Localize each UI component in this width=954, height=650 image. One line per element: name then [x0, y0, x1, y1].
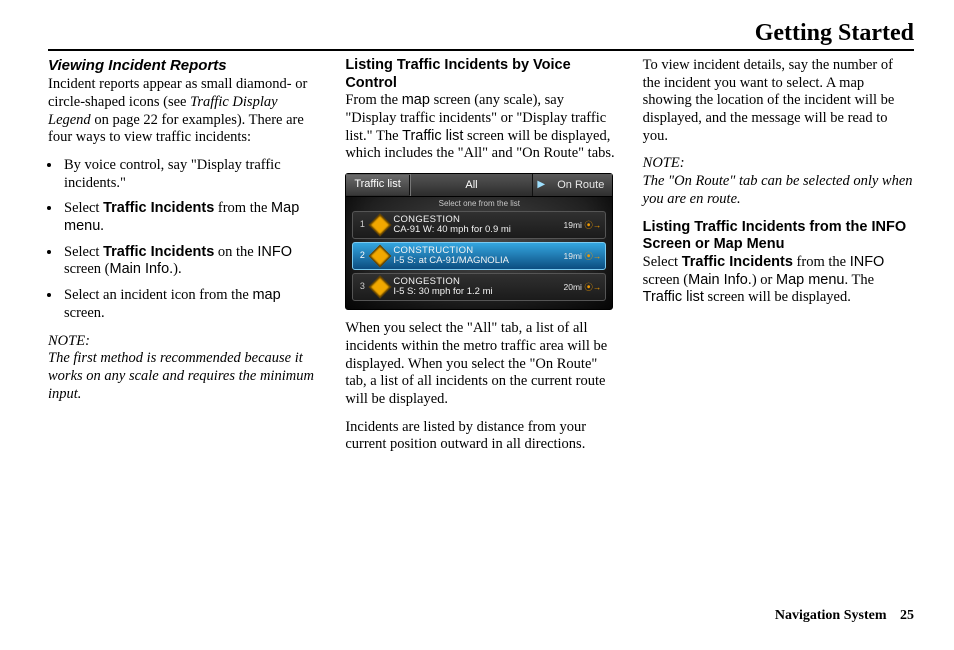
bold-term: Traffic Incidents [103, 200, 214, 216]
direction-icon: ⦿→ [584, 251, 601, 261]
voice-control-paragraph: From the map screen (any scale), say "Di… [345, 92, 616, 163]
row-number: 1 [357, 219, 367, 230]
column-1: Viewing Incident Reports Incident report… [48, 57, 319, 464]
text: from the [214, 200, 271, 216]
info-screen-paragraph: Select Traffic Incidents from the INFO s… [643, 254, 914, 307]
row-detail: CA-91 W: 40 mph for 0.9 mi [393, 225, 560, 235]
page: Getting Started Viewing Incident Reports… [0, 0, 954, 650]
bold-heading: Listing Traffic Incidents by Voice Contr… [345, 57, 570, 91]
note-label: NOTE: [643, 155, 914, 173]
text: Select [643, 254, 682, 270]
direction-icon: ⦿→ [584, 220, 601, 230]
text: on the [214, 244, 257, 260]
list-item-selected[interactable]: 2 CONSTRUCTION I-5 S: at CA-91/MAGNOLIA … [352, 242, 606, 270]
header-rule [48, 49, 914, 51]
text: from the [793, 254, 850, 270]
text: screen will be displayed. [704, 289, 851, 305]
text: Select [64, 244, 103, 260]
text: screen ( [64, 261, 109, 277]
row-detail: I-5 S: 30 mph for 1.2 mi [393, 287, 560, 297]
row-distance: 19mi ⦿→ [564, 220, 602, 230]
note-body: The first method is recommended because … [48, 350, 319, 403]
row-distance: 19mi ⦿→ [564, 251, 602, 261]
row-number: 3 [357, 281, 367, 292]
text: ). [173, 261, 181, 277]
page-title: Getting Started [755, 20, 914, 46]
diamond-icon [369, 245, 392, 268]
text: . [100, 218, 104, 234]
traffic-list-screenshot: Traffic list All ▶ On Route Select one f… [345, 173, 613, 310]
row-text: CONGESTION CA-91 W: 40 mph for 0.9 mi [393, 215, 560, 235]
page-number: 25 [900, 608, 914, 623]
ui-term: Traffic list [643, 289, 704, 305]
all-tab-explanation: When you select the "All" tab, a list of… [345, 320, 616, 408]
screenshot-subtitle: Select one from the list [346, 199, 612, 209]
incident-details-paragraph: To view incident details, say the number… [643, 57, 914, 145]
text: Select [64, 200, 103, 216]
diamond-icon [369, 214, 392, 237]
distance-order-explanation: Incidents are listed by distance from yo… [345, 419, 616, 454]
column-3: To view incident details, say the number… [643, 57, 914, 464]
screenshot-title: Traffic list [346, 175, 409, 194]
heading-voice-control: Listing Traffic Incidents by Voice Contr… [345, 57, 616, 92]
bold-term: Traffic Incidents [682, 254, 793, 270]
heading-info-screen: Listing Traffic Incidents from the INFO … [643, 219, 914, 254]
ui-term: INFO [850, 254, 885, 270]
ui-term: Main Info. [109, 261, 173, 277]
text: screen ( [643, 272, 688, 288]
ui-term: map [402, 92, 430, 108]
bullet-item: By voice control, say "Display traffic i… [62, 157, 319, 192]
bullet-list: By voice control, say "Display traffic i… [48, 157, 319, 323]
direction-icon: ⦿→ [584, 282, 601, 292]
footer-label: Navigation System [775, 608, 887, 623]
ui-term: Main Info. [688, 272, 752, 288]
text: ) or [752, 272, 776, 288]
page-header: Getting Started [48, 20, 914, 49]
column-2: Listing Traffic Incidents by Voice Contr… [345, 57, 616, 464]
bullet-item: Select Traffic Incidents on the INFO scr… [62, 244, 319, 279]
subhead-viewing-incident-reports: Viewing Incident Reports [48, 57, 319, 75]
bullet-item: Select an incident icon from the map scr… [62, 287, 319, 322]
note-label: NOTE: [48, 333, 319, 351]
columns: Viewing Incident Reports Incident report… [48, 57, 914, 464]
bold-heading: Listing Traffic Incidents from the INFO … [643, 219, 906, 253]
page-footer: Navigation System 25 [775, 608, 914, 624]
dist-value: 19mi [564, 251, 582, 261]
tab-all[interactable]: All [410, 174, 533, 196]
text: . The [845, 272, 875, 288]
text: Select an incident icon from the [64, 287, 252, 303]
row-number: 2 [357, 250, 367, 261]
diamond-icon [369, 276, 392, 299]
dist-value: 19mi [564, 220, 582, 230]
row-text: CONSTRUCTION I-5 S: at CA-91/MAGNOLIA [393, 246, 560, 266]
ui-term: map [252, 287, 280, 303]
list-item[interactable]: 1 CONGESTION CA-91 W: 40 mph for 0.9 mi … [352, 211, 606, 239]
text: screen. [64, 305, 105, 321]
tab-on-route[interactable]: On Route [549, 174, 612, 196]
text: From the [345, 92, 401, 108]
note-body: The "On Route" tab can be selected only … [643, 173, 914, 208]
ui-term: Map menu [776, 272, 845, 288]
intro-paragraph: Incident reports appear as small diamond… [48, 76, 319, 147]
dist-value: 20mi [564, 282, 582, 292]
row-distance: 20mi ⦿→ [564, 282, 602, 292]
row-text: CONGESTION I-5 S: 30 mph for 1.2 mi [393, 277, 560, 297]
ui-term: INFO [257, 244, 292, 260]
screenshot-list: 1 CONGESTION CA-91 W: 40 mph for 0.9 mi … [346, 211, 612, 309]
list-item[interactable]: 3 CONGESTION I-5 S: 30 mph for 1.2 mi 20… [352, 273, 606, 301]
bold-term: Traffic Incidents [103, 244, 214, 260]
screenshot-topbar: Traffic list All ▶ On Route [346, 174, 612, 197]
row-detail: I-5 S: at CA-91/MAGNOLIA [393, 256, 560, 266]
bullet-item: Select Traffic Incidents from the Map me… [62, 200, 319, 235]
chevron-right-icon: ▶ [533, 179, 549, 191]
ui-term: Traffic list [402, 128, 463, 144]
